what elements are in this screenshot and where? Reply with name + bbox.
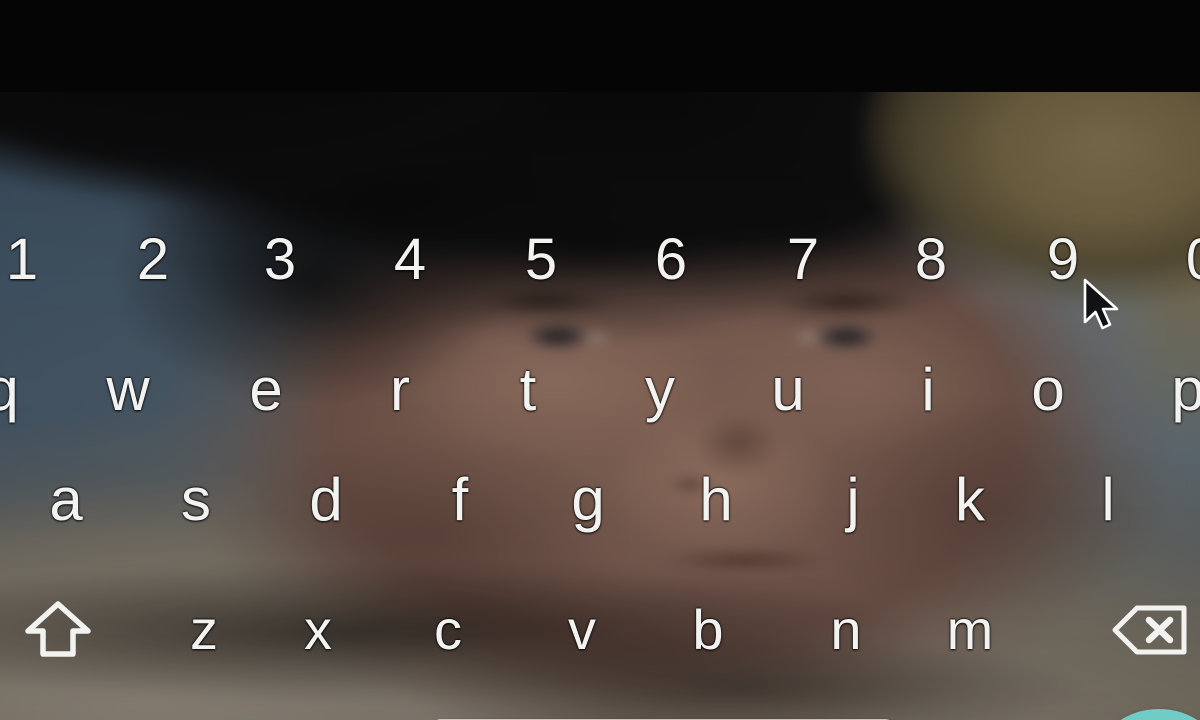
key-v[interactable]: v <box>542 590 622 670</box>
backspace-delete-icon <box>1110 602 1190 658</box>
key-b[interactable]: b <box>668 590 748 670</box>
screen: 1 2 3 4 5 6 7 8 9 0 q w e r t y u i o p … <box>0 0 1200 720</box>
key-w[interactable]: w <box>88 350 168 430</box>
key-4[interactable]: 4 <box>370 220 450 300</box>
key-8[interactable]: 8 <box>891 220 971 300</box>
enter-key[interactable] <box>1100 709 1200 720</box>
key-6[interactable]: 6 <box>631 220 711 300</box>
key-n[interactable]: n <box>806 590 886 670</box>
key-3[interactable]: 3 <box>240 220 320 300</box>
key-c[interactable]: c <box>408 590 488 670</box>
shift-key[interactable] <box>8 590 108 670</box>
key-f[interactable]: f <box>420 460 500 540</box>
key-l[interactable]: l <box>1068 460 1148 540</box>
status-bar <box>0 0 1200 92</box>
key-z[interactable]: z <box>164 590 244 670</box>
key-t[interactable]: t <box>488 350 568 430</box>
key-9[interactable]: 9 <box>1023 220 1103 300</box>
keyboard-panel: 1 2 3 4 5 6 7 8 9 0 q w e r t y u i o p … <box>0 92 1200 720</box>
key-1[interactable]: 1 <box>0 220 62 300</box>
backspace-key[interactable] <box>1100 590 1200 670</box>
shift-arrow-up-outline-icon <box>22 599 94 661</box>
key-layer: 1 2 3 4 5 6 7 8 9 0 q w e r t y u i o p … <box>0 92 1200 720</box>
key-k[interactable]: k <box>930 460 1010 540</box>
key-q[interactable]: q <box>0 350 42 430</box>
key-o[interactable]: o <box>1008 350 1088 430</box>
key-5[interactable]: 5 <box>501 220 581 300</box>
key-p[interactable]: p <box>1148 350 1200 430</box>
key-r[interactable]: r <box>360 350 440 430</box>
key-s[interactable]: s <box>156 460 236 540</box>
key-7[interactable]: 7 <box>763 220 843 300</box>
key-a[interactable]: a <box>26 460 106 540</box>
key-d[interactable]: d <box>286 460 366 540</box>
key-i[interactable]: i <box>888 350 968 430</box>
key-2[interactable]: 2 <box>113 220 193 300</box>
key-h[interactable]: h <box>676 460 756 540</box>
key-0[interactable]: 0 <box>1162 220 1200 300</box>
key-y[interactable]: y <box>620 350 700 430</box>
key-e[interactable]: e <box>226 350 306 430</box>
key-g[interactable]: g <box>548 460 628 540</box>
key-j[interactable]: j <box>813 460 893 540</box>
key-x[interactable]: x <box>278 590 358 670</box>
key-u[interactable]: u <box>748 350 828 430</box>
key-m[interactable]: m <box>930 590 1010 670</box>
